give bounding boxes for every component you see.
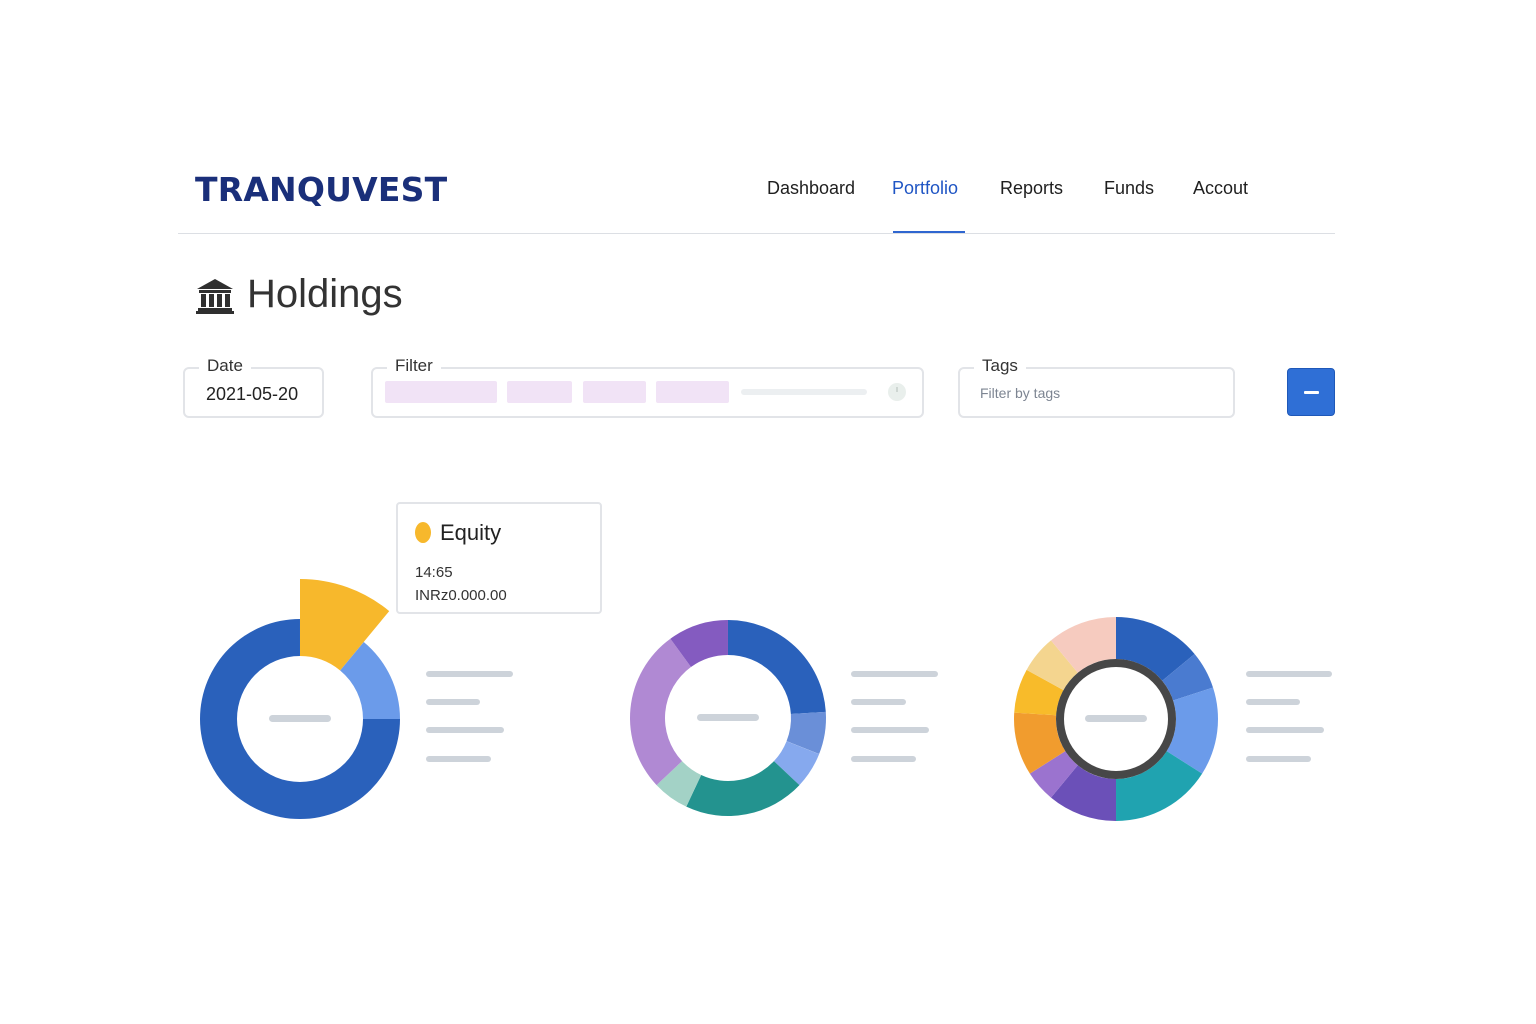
donut-slice[interactable] [670,620,728,668]
donut-slice[interactable] [1162,653,1214,701]
minus-icon [1304,391,1319,394]
legend-placeholder-bar [1246,671,1332,677]
main-nav: Dashboard Portfolio Reports Funds Accout [0,178,1536,208]
legend-placeholder-bar [851,671,938,677]
donut-slice[interactable] [200,619,400,820]
donut-center-label-placeholder [697,714,759,721]
donut-slice[interactable] [773,741,820,786]
filter-chip[interactable] [385,381,497,403]
tags-label: Tags [974,356,1026,376]
donut-center-ring [1056,659,1176,779]
chart-tooltip: Equity 14:65 INRz0.000.00 [396,502,602,614]
nav-item-account[interactable]: Accout [1193,178,1248,199]
donut-slice[interactable] [786,711,826,755]
page-title-text: Holdings [247,272,403,316]
tooltip-title: Equity [440,520,502,545]
filter-field[interactable]: Filter [371,356,924,418]
legend-placeholder-bar [426,699,480,705]
bank-icon [196,279,234,314]
donut-slice[interactable] [629,638,691,786]
donut-slice[interactable] [728,620,826,715]
filter-placeholder-line [741,389,867,395]
tooltip-line-2: INRz0.000.00 [415,587,507,604]
collapse-button[interactable] [1287,368,1335,416]
filter-chip[interactable] [583,381,646,403]
donut-slice[interactable] [1116,751,1203,821]
tags-field[interactable]: Tags [958,356,1235,418]
legend-placeholder-bar [851,727,929,733]
donut-slice[interactable] [1050,617,1116,673]
date-label: Date [199,356,251,376]
donut-slice[interactable] [1166,687,1218,774]
filter-chip[interactable] [656,381,729,403]
date-field[interactable]: Date 2021-05-20 [183,356,324,418]
donut-center-label-placeholder [269,715,331,722]
filter-label: Filter [387,356,441,376]
donut-chart-2 [629,620,826,816]
donut-slice[interactable] [656,761,702,807]
donut-slice[interactable] [1050,765,1116,821]
legend-placeholder-bar [851,756,916,762]
donut-center-label-placeholder [1085,715,1147,722]
donut-slice[interactable] [1029,751,1078,798]
nav-item-portfolio[interactable]: Portfolio [892,178,958,199]
tooltip-line-1: 14:65 [415,564,453,581]
header-divider [178,233,1335,234]
donut-slice[interactable] [1013,712,1066,774]
donut-chart-3 [1013,617,1218,821]
clock-icon[interactable] [887,382,907,402]
legend-placeholder-bar [426,671,513,677]
nav-item-dashboard[interactable]: Dashboard [767,178,855,199]
donut-slice[interactable] [340,641,400,719]
legend-placeholder-bar [426,756,491,762]
nav-item-reports[interactable]: Reports [1000,178,1063,199]
legend-placeholder-bar [1246,727,1324,733]
filter-chip[interactable] [507,381,572,403]
donut-slice[interactable] [1026,640,1078,691]
legend-placeholder-bar [426,727,504,733]
tags-input[interactable] [980,385,1210,401]
legend-placeholder-bar [1246,756,1311,762]
holdings-charts [200,579,1218,821]
nav-item-funds[interactable]: Funds [1104,178,1154,199]
series-color-dot [415,522,431,543]
legend-placeholder-bar [851,699,906,705]
legend-placeholder-bar [1246,699,1300,705]
donut-slice[interactable] [686,761,800,816]
donut-slice[interactable] [1014,669,1064,716]
donut-slice[interactable] [300,579,390,671]
donut-chart-1 [200,579,400,820]
donut-slice[interactable] [1116,617,1195,681]
date-value: 2021-05-20 [206,384,299,404]
